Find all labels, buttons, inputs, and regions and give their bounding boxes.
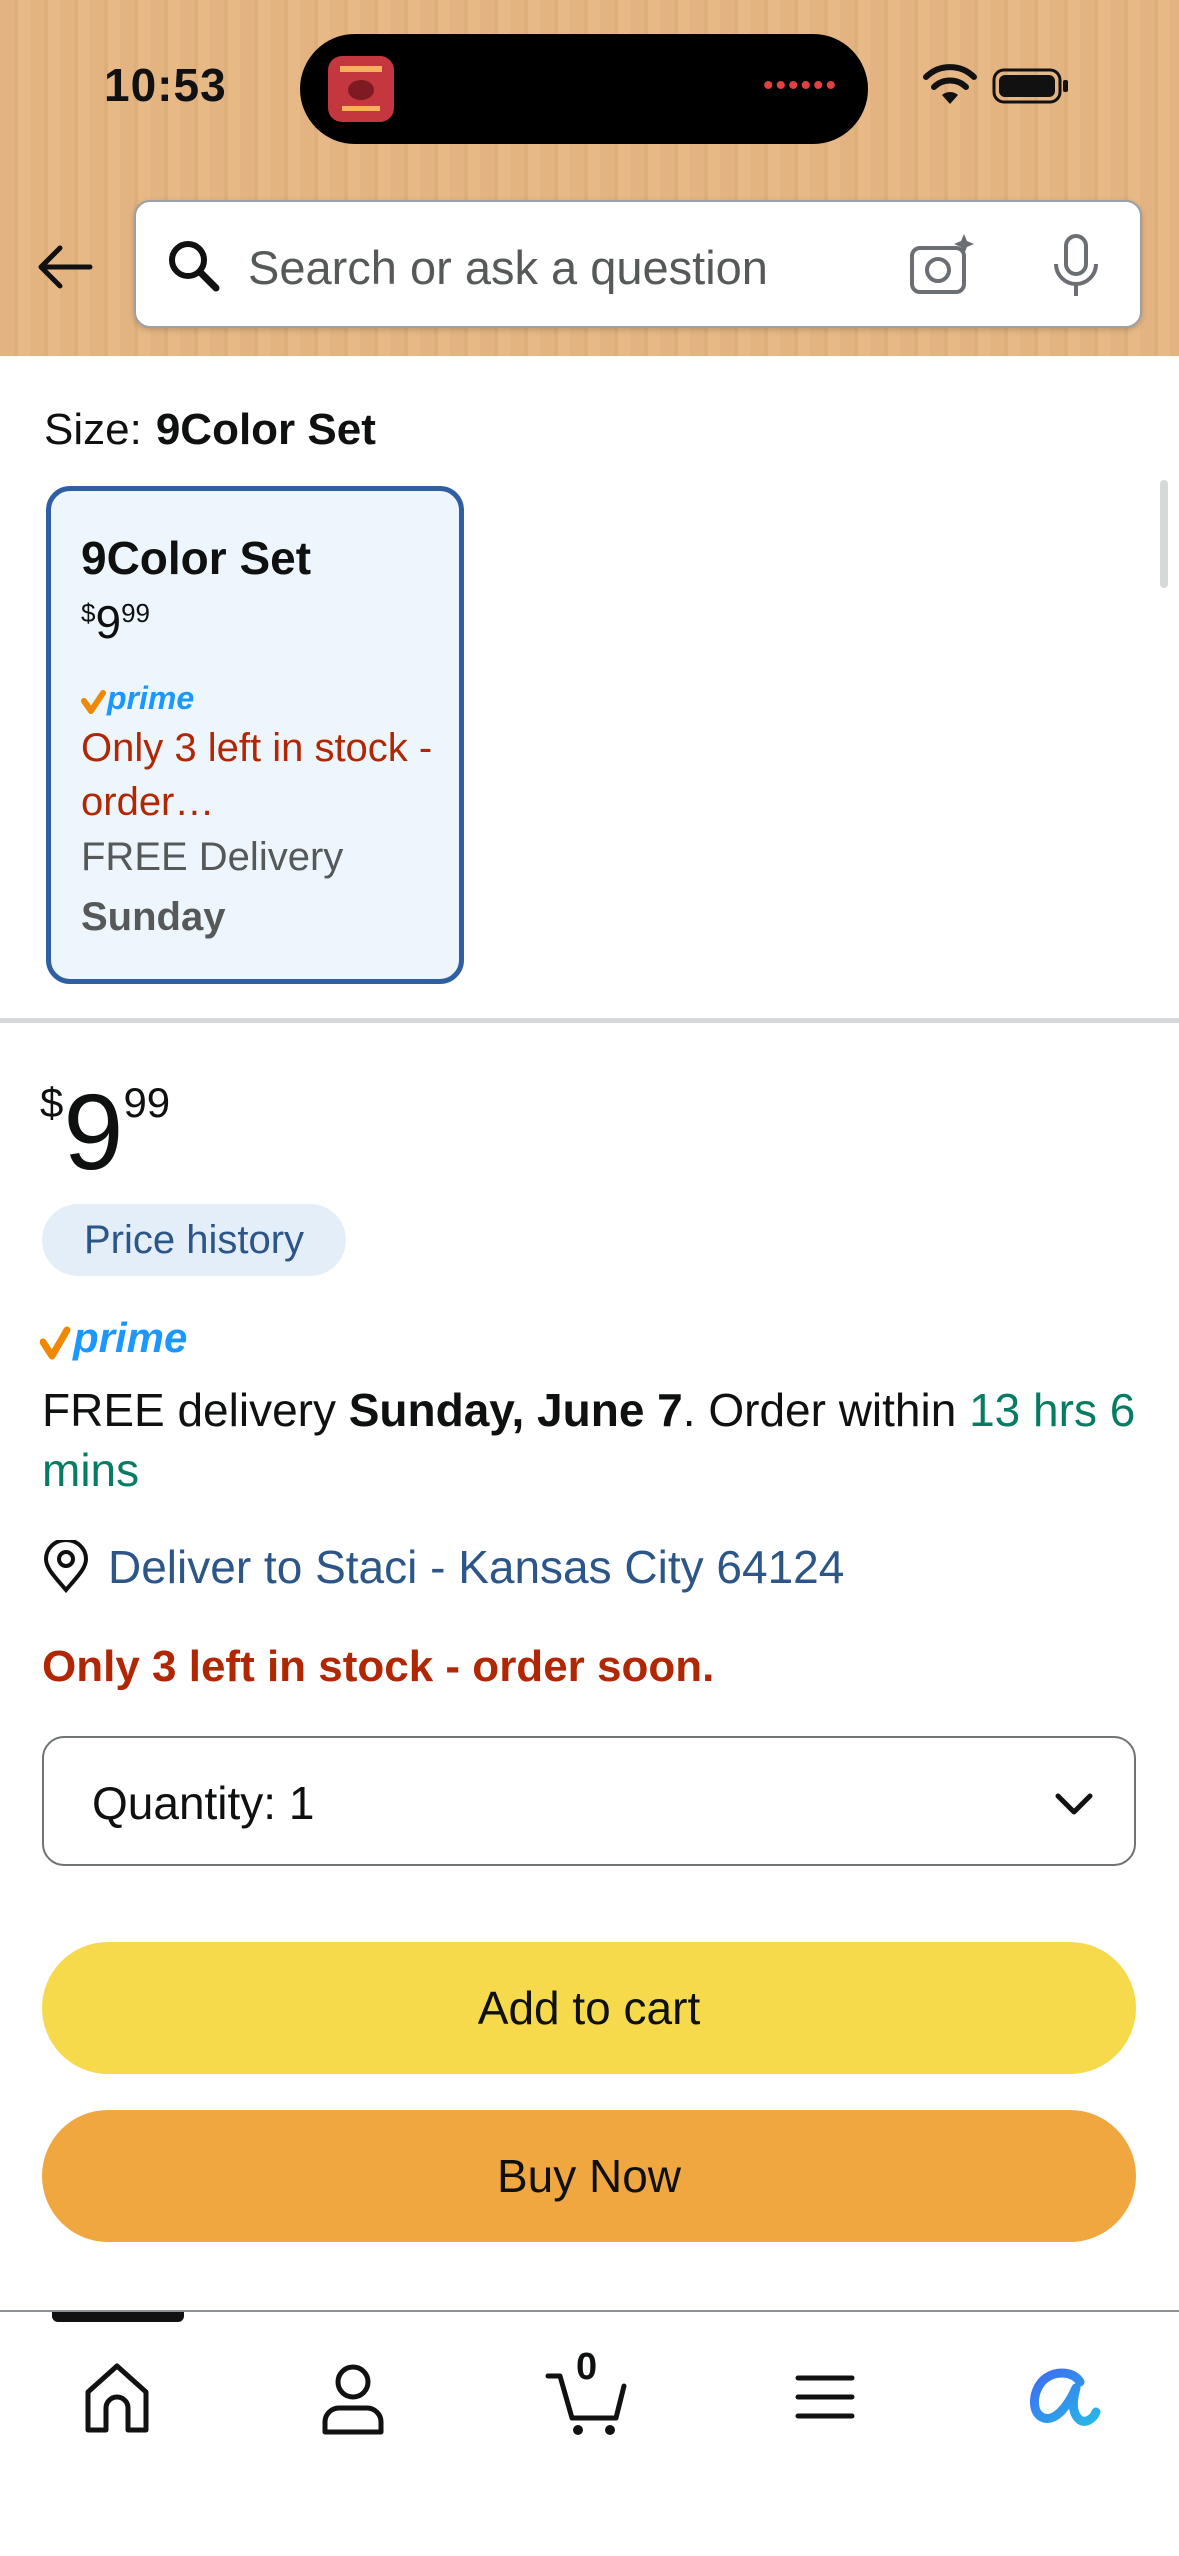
back-arrow-icon[interactable] (30, 232, 100, 302)
prime-logo: prime (40, 1314, 187, 1361)
size-option-stock: Only 3 left in stock - order… (81, 726, 433, 824)
stock-warning: Only 3 left in stock - order soon. (42, 1642, 715, 1691)
add-to-cart-button[interactable]: Add to cart (42, 1942, 1136, 2074)
price-whole: 9 (63, 1071, 124, 1192)
home-icon[interactable] (72, 2352, 162, 2442)
search-bar[interactable]: Search or ask a question (134, 200, 1142, 328)
svg-text:prime: prime (72, 1314, 187, 1361)
account-icon[interactable] (308, 2352, 398, 2442)
cart-count: 0 (576, 2346, 598, 2388)
price-currency: $ (81, 598, 96, 628)
quantity-label: Quantity: 1 (92, 1776, 314, 1830)
quantity-dropdown[interactable]: Quantity: 1 (42, 1736, 1136, 1866)
size-option-delivery-day: Sunday (81, 895, 226, 939)
cart-button[interactable]: 0 (544, 2346, 634, 2442)
price-fraction: 99 (121, 598, 150, 628)
header: 10:53 •••••• Search or ask a question (0, 0, 1179, 356)
mic-icon[interactable] (1046, 232, 1106, 300)
quantity-value: 1 (288, 1777, 315, 1829)
prime-logo: prime (81, 680, 194, 716)
size-label-text: Size: (44, 405, 142, 454)
wifi-icon (923, 64, 977, 104)
menu-icon[interactable] (780, 2352, 870, 2442)
status-time: 10:53 (104, 59, 227, 111)
bottom-nav-bar: 0 (0, 2310, 1179, 2556)
size-selected-value: 9Color Set (155, 405, 376, 454)
deliver-to-link[interactable]: Deliver to Staci - Kansas City 64124 (108, 1540, 844, 1594)
buy-now-button[interactable]: Buy Now (42, 2110, 1136, 2242)
size-option-title: 9Color Set (81, 532, 312, 584)
delivery-prefix: FREE delivery (42, 1384, 349, 1436)
search-input[interactable]: Search or ask a question (248, 240, 768, 295)
size-option-delivery: FREE Delivery (81, 835, 344, 879)
location-pin-icon (43, 1540, 89, 1594)
scroll-indicator (52, 2312, 184, 2322)
size-option-price: $999 (81, 595, 150, 649)
chevron-down-icon (1055, 1793, 1093, 1815)
dynamic-island: •••••• (300, 34, 868, 144)
delivery-message: FREE delivery Sunday, June 7. Order with… (42, 1380, 1152, 1500)
svg-text:prime: prime (106, 680, 194, 716)
size-option-card[interactable]: 9Color Set $999 prime Only 3 left in sto… (46, 486, 464, 984)
audio-indicator-icon: •••••• (762, 69, 838, 102)
size-label: Size: 9Color Set (44, 405, 376, 455)
battery-icon (992, 68, 1068, 104)
rufus-ai-icon[interactable] (1016, 2352, 1106, 2442)
price-currency: $ (40, 1079, 64, 1126)
now-playing-thumbnail (328, 56, 394, 122)
product-price: $999 (40, 1078, 170, 1186)
search-icon (169, 241, 220, 292)
section-divider (0, 1018, 1179, 1023)
delivery-order-within: . Order within (682, 1384, 970, 1436)
price-history-button[interactable]: Price history (42, 1204, 346, 1276)
price-fraction: 99 (123, 1079, 171, 1126)
quantity-label-text: Quantity: (92, 1777, 277, 1829)
price-whole: 9 (95, 596, 122, 648)
scrollbar[interactable] (1160, 480, 1168, 588)
delivery-date: Sunday, June 7 (348, 1384, 683, 1436)
camera-icon[interactable] (908, 232, 976, 300)
